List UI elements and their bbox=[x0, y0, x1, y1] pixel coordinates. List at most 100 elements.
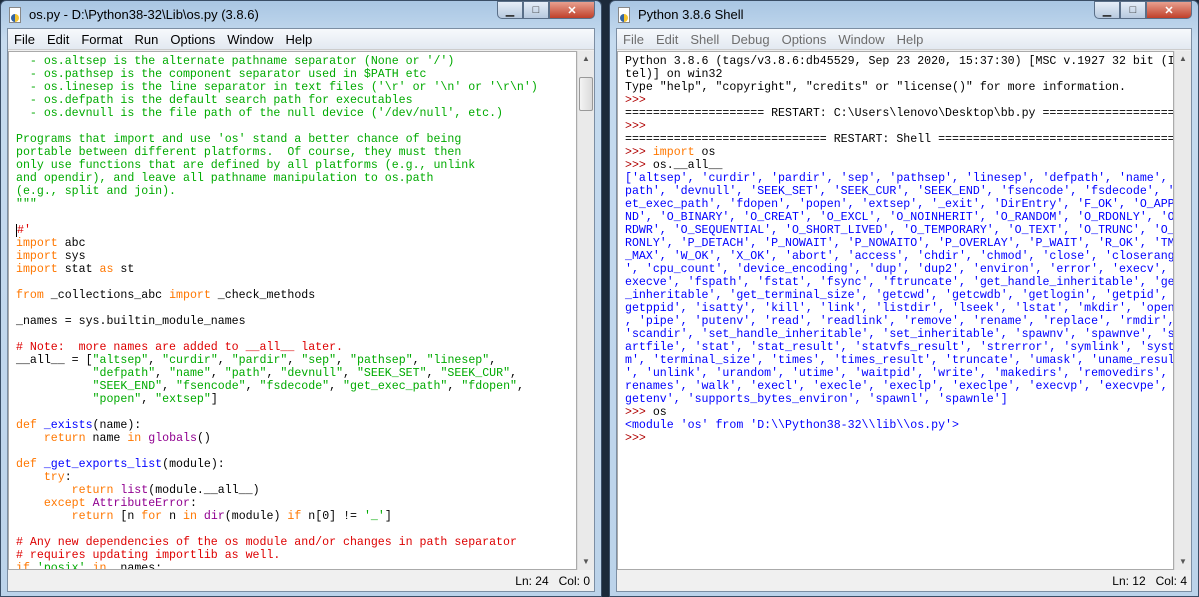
scroll-up-icon[interactable]: ▲ bbox=[1175, 51, 1191, 67]
maximize-button[interactable]: □ bbox=[1120, 1, 1146, 19]
code-token: "path" bbox=[224, 367, 267, 380]
code-line: - os.pathsep is the component separator … bbox=[16, 68, 576, 81]
code-token: : bbox=[64, 471, 72, 484]
scroll-down-icon[interactable]: ▼ bbox=[578, 554, 594, 570]
code-token: , bbox=[447, 380, 462, 393]
shell-output[interactable]: Python 3.8.6 (tags/v3.8.6:db45529, Sep 2… bbox=[617, 51, 1174, 570]
code-token: (module) bbox=[224, 510, 288, 523]
code-token: - os.altsep is the alternate pathname se… bbox=[16, 55, 455, 68]
code-token: "pardir" bbox=[231, 354, 288, 367]
code-token: n bbox=[162, 510, 184, 523]
minimize-button[interactable]: ▁ bbox=[1094, 1, 1120, 19]
code-token: execve', 'fspath', 'fstat', 'fsync', 'ft… bbox=[625, 276, 1174, 289]
code-line: return list(module.__all__) bbox=[16, 484, 576, 497]
prompt: >>> bbox=[625, 146, 653, 159]
code-line: ============================= RESTART: S… bbox=[625, 133, 1173, 146]
code-line: def _exists(name): bbox=[16, 419, 576, 432]
code-line: """ bbox=[16, 198, 576, 211]
code-token: getenv', 'supports_bytes_environ', 'spaw… bbox=[625, 393, 1008, 406]
code-line: artfile', 'stat', 'stat_result', 'statvf… bbox=[625, 341, 1173, 354]
menu-edit[interactable]: Edit bbox=[650, 32, 684, 47]
code-token: , bbox=[517, 380, 524, 393]
code-token: et_exec_path', 'fdopen', 'popen', 'extse… bbox=[625, 198, 1174, 211]
scrollbar-thumb[interactable] bbox=[579, 77, 593, 111]
scroll-down-icon[interactable]: ▼ bbox=[1175, 554, 1191, 570]
code-token: _collections_abc bbox=[43, 289, 170, 302]
code-line: ', 'unlink', 'urandom', 'utime', 'waitpi… bbox=[625, 367, 1173, 380]
code-token: "SEEK_SET" bbox=[356, 367, 427, 380]
code-token: # Any new dependencies of the os module … bbox=[16, 536, 517, 549]
code-token: name bbox=[85, 432, 128, 445]
code-token: dir bbox=[203, 510, 225, 523]
code-token: , bbox=[266, 367, 281, 380]
code-token: "devnull" bbox=[280, 367, 344, 380]
code-token: ['altsep', 'curdir', 'pardir', 'sep', 'p… bbox=[625, 172, 1174, 185]
prompt: >>> bbox=[625, 94, 653, 107]
shell-window: Python 3.8.6 Shell ▁ □ ✕ File Edit Shell… bbox=[609, 0, 1199, 597]
code-token: , bbox=[141, 393, 156, 406]
code-token: import bbox=[16, 250, 58, 263]
menu-help[interactable]: Help bbox=[279, 32, 318, 47]
menu-help[interactable]: Help bbox=[891, 32, 930, 47]
code-line: ND', 'O_BINARY', 'O_CREAT', 'O_EXCL', 'O… bbox=[625, 211, 1173, 224]
code-token: Python 3.8.6 (tags/v3.8.6:db45529, Sep 2… bbox=[625, 55, 1174, 68]
code-line: >>> os.__all__ bbox=[625, 159, 1173, 172]
menu-debug[interactable]: Debug bbox=[725, 32, 775, 47]
column-number: Col: 4 bbox=[1155, 573, 1187, 588]
menu-window[interactable]: Window bbox=[832, 32, 890, 47]
code-token: _get_exports_list bbox=[43, 458, 163, 471]
minimize-button[interactable]: ▁ bbox=[497, 1, 523, 19]
idle-app-icon bbox=[7, 6, 23, 23]
scroll-up-icon[interactable]: ▲ bbox=[578, 51, 594, 67]
editor-window: os.py - D:\Python38-32\Lib\os.py (3.8.6)… bbox=[0, 0, 602, 597]
code-token: "pathsep" bbox=[350, 354, 413, 367]
menu-edit[interactable]: Edit bbox=[41, 32, 75, 47]
code-token: "fsencode" bbox=[176, 380, 246, 393]
close-button[interactable]: ✕ bbox=[549, 1, 595, 19]
vertical-scrollbar[interactable]: ▲ ▼ bbox=[1174, 51, 1191, 570]
close-button[interactable]: ✕ bbox=[1146, 1, 1192, 19]
code-token: "fdopen" bbox=[461, 380, 517, 393]
code-token: _inheritable', 'get_terminal_size', 'get… bbox=[625, 289, 1174, 302]
menu-file[interactable]: File bbox=[8, 32, 41, 47]
code-line: getenv', 'supports_bytes_environ', 'spaw… bbox=[625, 393, 1173, 406]
code-line: try: bbox=[16, 471, 576, 484]
code-token: , bbox=[329, 380, 344, 393]
maximize-button[interactable]: □ bbox=[523, 1, 549, 19]
code-token: <module 'os' from 'D:\\Python38-32\\lib\… bbox=[625, 419, 959, 432]
code-line: _MAX', 'W_OK', 'X_OK', 'abort', 'access'… bbox=[625, 250, 1173, 263]
code-line: import stat as st bbox=[16, 263, 576, 276]
menu-shell[interactable]: Shell bbox=[684, 32, 725, 47]
menu-run[interactable]: Run bbox=[129, 32, 165, 47]
menu-window[interactable]: Window bbox=[221, 32, 279, 47]
code-line: m', 'terminal_size', 'times', 'times_res… bbox=[625, 354, 1173, 367]
code-token: "get_exec_path" bbox=[343, 380, 448, 393]
code-line: , 'pipe', 'putenv', 'read', 'readlink', … bbox=[625, 315, 1173, 328]
code-token: "defpath" bbox=[92, 367, 156, 380]
menu-file[interactable]: File bbox=[617, 32, 650, 47]
code-token: # Note: more names are added to __all__ … bbox=[16, 341, 343, 354]
code-token: abc bbox=[57, 237, 86, 250]
code-token: , bbox=[162, 380, 177, 393]
idle-app-icon bbox=[616, 6, 632, 23]
code-line: >>> bbox=[625, 120, 1173, 133]
code-line: _names = sys.builtin_module_names bbox=[16, 315, 576, 328]
code-line: execve', 'fspath', 'fstat', 'fsync', 'ft… bbox=[625, 276, 1173, 289]
menu-options[interactable]: Options bbox=[776, 32, 833, 47]
code-token: _names = sys.builtin_module_names bbox=[16, 315, 246, 328]
menu-options[interactable]: Options bbox=[164, 32, 221, 47]
code-token: os bbox=[652, 406, 667, 419]
menu-format[interactable]: Format bbox=[75, 32, 128, 47]
vertical-scrollbar[interactable]: ▲ ▼ bbox=[577, 51, 594, 570]
code-token: , bbox=[155, 367, 170, 380]
code-token: globals bbox=[148, 432, 197, 445]
code-token: "SEEK_END" bbox=[92, 380, 163, 393]
code-line: "SEEK_END", "fsencode", "fsdecode", "get… bbox=[16, 380, 576, 393]
code-line: def _get_exports_list(module): bbox=[16, 458, 576, 471]
code-editor[interactable]: - os.altsep is the alternate pathname se… bbox=[8, 51, 577, 570]
column-number: Col: 0 bbox=[558, 573, 590, 588]
code-token: ', 'unlink', 'urandom', 'utime', 'waitpi… bbox=[625, 367, 1174, 380]
menu-bar: File Edit Shell Debug Options Window Hel… bbox=[617, 29, 1191, 50]
